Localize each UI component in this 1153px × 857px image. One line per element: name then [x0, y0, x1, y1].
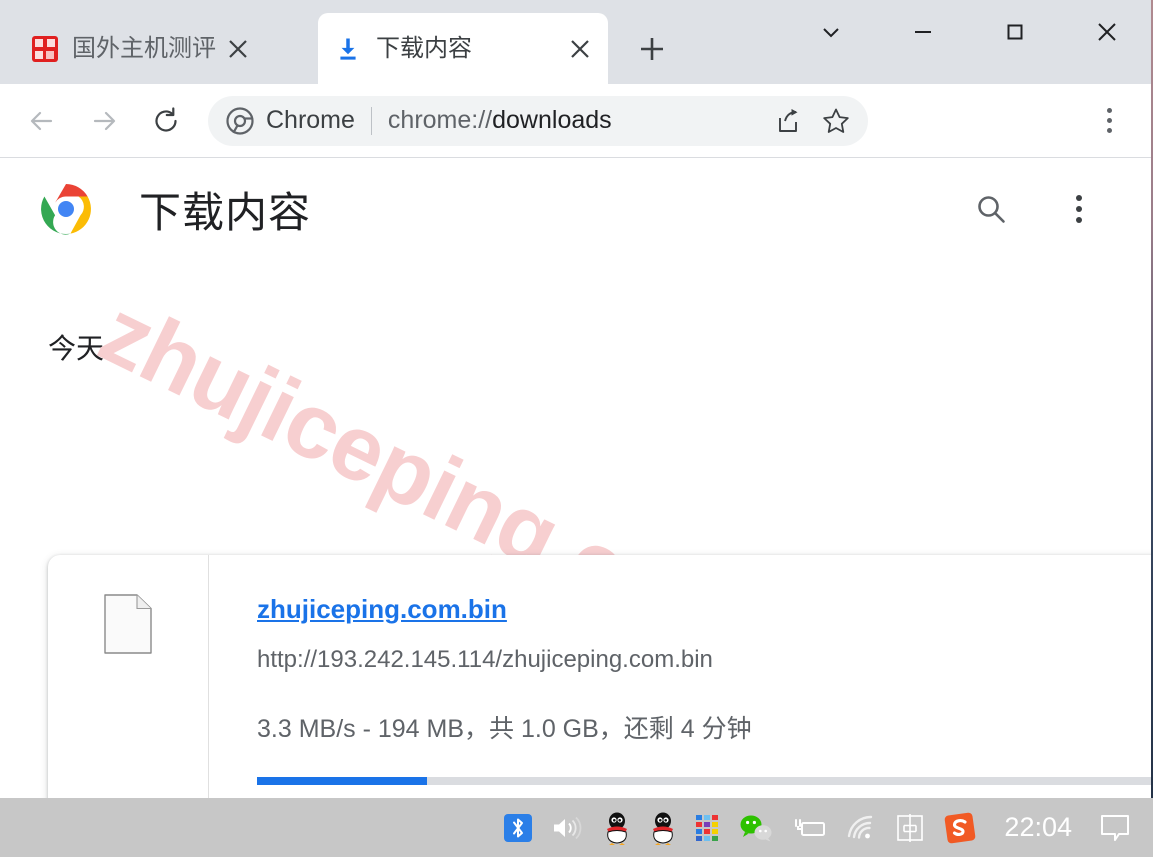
wechat-icon[interactable] — [730, 798, 782, 857]
url-path: downloads — [492, 106, 612, 134]
battery-charging-icon[interactable] — [782, 798, 836, 857]
bluetooth-icon[interactable] — [494, 798, 542, 857]
menu-dot — [1106, 128, 1112, 133]
tab-inactive-site[interactable]: 国外主机测评 — [16, 13, 266, 84]
file-icon-cell — [48, 555, 209, 798]
menu-dot — [1106, 108, 1112, 113]
windows-taskbar: 22:04 — [0, 798, 1153, 857]
address-bar[interactable]: Chrome chrome://downloads — [208, 95, 868, 146]
download-item-card: zhujiceping.com.bin http://193.242.145.1… — [48, 555, 1153, 798]
taskbar-clock[interactable]: 22:04 — [986, 812, 1090, 843]
downloads-page: zhujiceping.com 下载内容 今天 zhujiceping.com.… — [0, 159, 1153, 798]
search-icon[interactable] — [965, 183, 1017, 235]
chrome-chip-icon — [226, 106, 254, 135]
volume-icon[interactable] — [542, 798, 594, 857]
page-title: 下载内容 — [139, 188, 312, 236]
menu-dot — [1076, 195, 1082, 201]
date-group-heading: 今天 — [48, 333, 105, 364]
more-vertical-icon[interactable] — [1053, 183, 1105, 235]
maximize-button[interactable] — [969, 0, 1061, 64]
menu-dot — [1076, 206, 1082, 212]
download-icon — [334, 35, 362, 63]
url-scheme: chrome:// — [387, 106, 493, 134]
omnibox-chip-label: Chrome — [266, 106, 355, 134]
forward-button[interactable] — [80, 97, 128, 145]
menu-dot — [1106, 118, 1112, 123]
ime-chinese-icon[interactable] — [886, 798, 934, 857]
qq-icon-2[interactable] — [640, 798, 686, 857]
omnibox-url: chrome://downloads — [388, 106, 612, 135]
download-source-url: http://193.242.145.114/zhujiceping.com.b… — [257, 646, 713, 673]
tab-strip: 国外主机测评 下载内容 — [0, 0, 1153, 84]
download-progress-bar — [257, 777, 1152, 785]
back-button[interactable] — [18, 97, 66, 145]
new-tab-button[interactable] — [628, 25, 676, 73]
generic-file-icon — [104, 594, 152, 654]
omnibox-separator — [370, 106, 372, 135]
tab-close-icon[interactable] — [560, 29, 600, 69]
download-status-text: 3.3 MB/s - 194 MB，共 1.0 GB，还剩 4 分钟 — [257, 715, 752, 743]
browser-toolbar: Chrome chrome://downloads — [0, 84, 1153, 158]
browser-menu-button[interactable] — [1085, 97, 1133, 145]
download-details: zhujiceping.com.bin http://193.242.145.1… — [209, 555, 1153, 798]
qq-icon-1[interactable] — [594, 798, 640, 857]
minimize-button[interactable] — [877, 0, 969, 64]
window-controls — [785, 0, 1153, 64]
menu-dot — [1076, 217, 1082, 223]
wifi-icon[interactable] — [836, 798, 886, 857]
bookmark-star-icon[interactable] — [814, 99, 858, 143]
share-icon[interactable] — [766, 99, 810, 143]
browser-window: 国外主机测评 下载内容 Chrome chrome://downloads zh… — [0, 0, 1153, 857]
tab-active-downloads[interactable]: 下载内容 — [318, 13, 608, 84]
site-favicon-icon — [32, 35, 58, 62]
reload-button[interactable] — [142, 97, 190, 145]
tab-title: 下载内容 — [376, 34, 472, 62]
tab-title: 国外主机测评 — [72, 34, 216, 62]
notifications-icon[interactable] — [1090, 798, 1153, 857]
close-button[interactable] — [1061, 0, 1153, 64]
tab-close-icon[interactable] — [218, 29, 258, 69]
tab-search-button[interactable] — [785, 0, 877, 64]
chrome-logo-icon — [40, 183, 92, 235]
download-progress-fill — [257, 777, 428, 785]
download-filename-link[interactable]: zhujiceping.com.bin — [257, 593, 507, 625]
header-actions — [965, 183, 1153, 235]
color-grid-icon[interactable] — [686, 798, 730, 857]
sogou-input-icon[interactable] — [934, 798, 986, 857]
downloads-header: 下载内容 — [0, 159, 1153, 259]
